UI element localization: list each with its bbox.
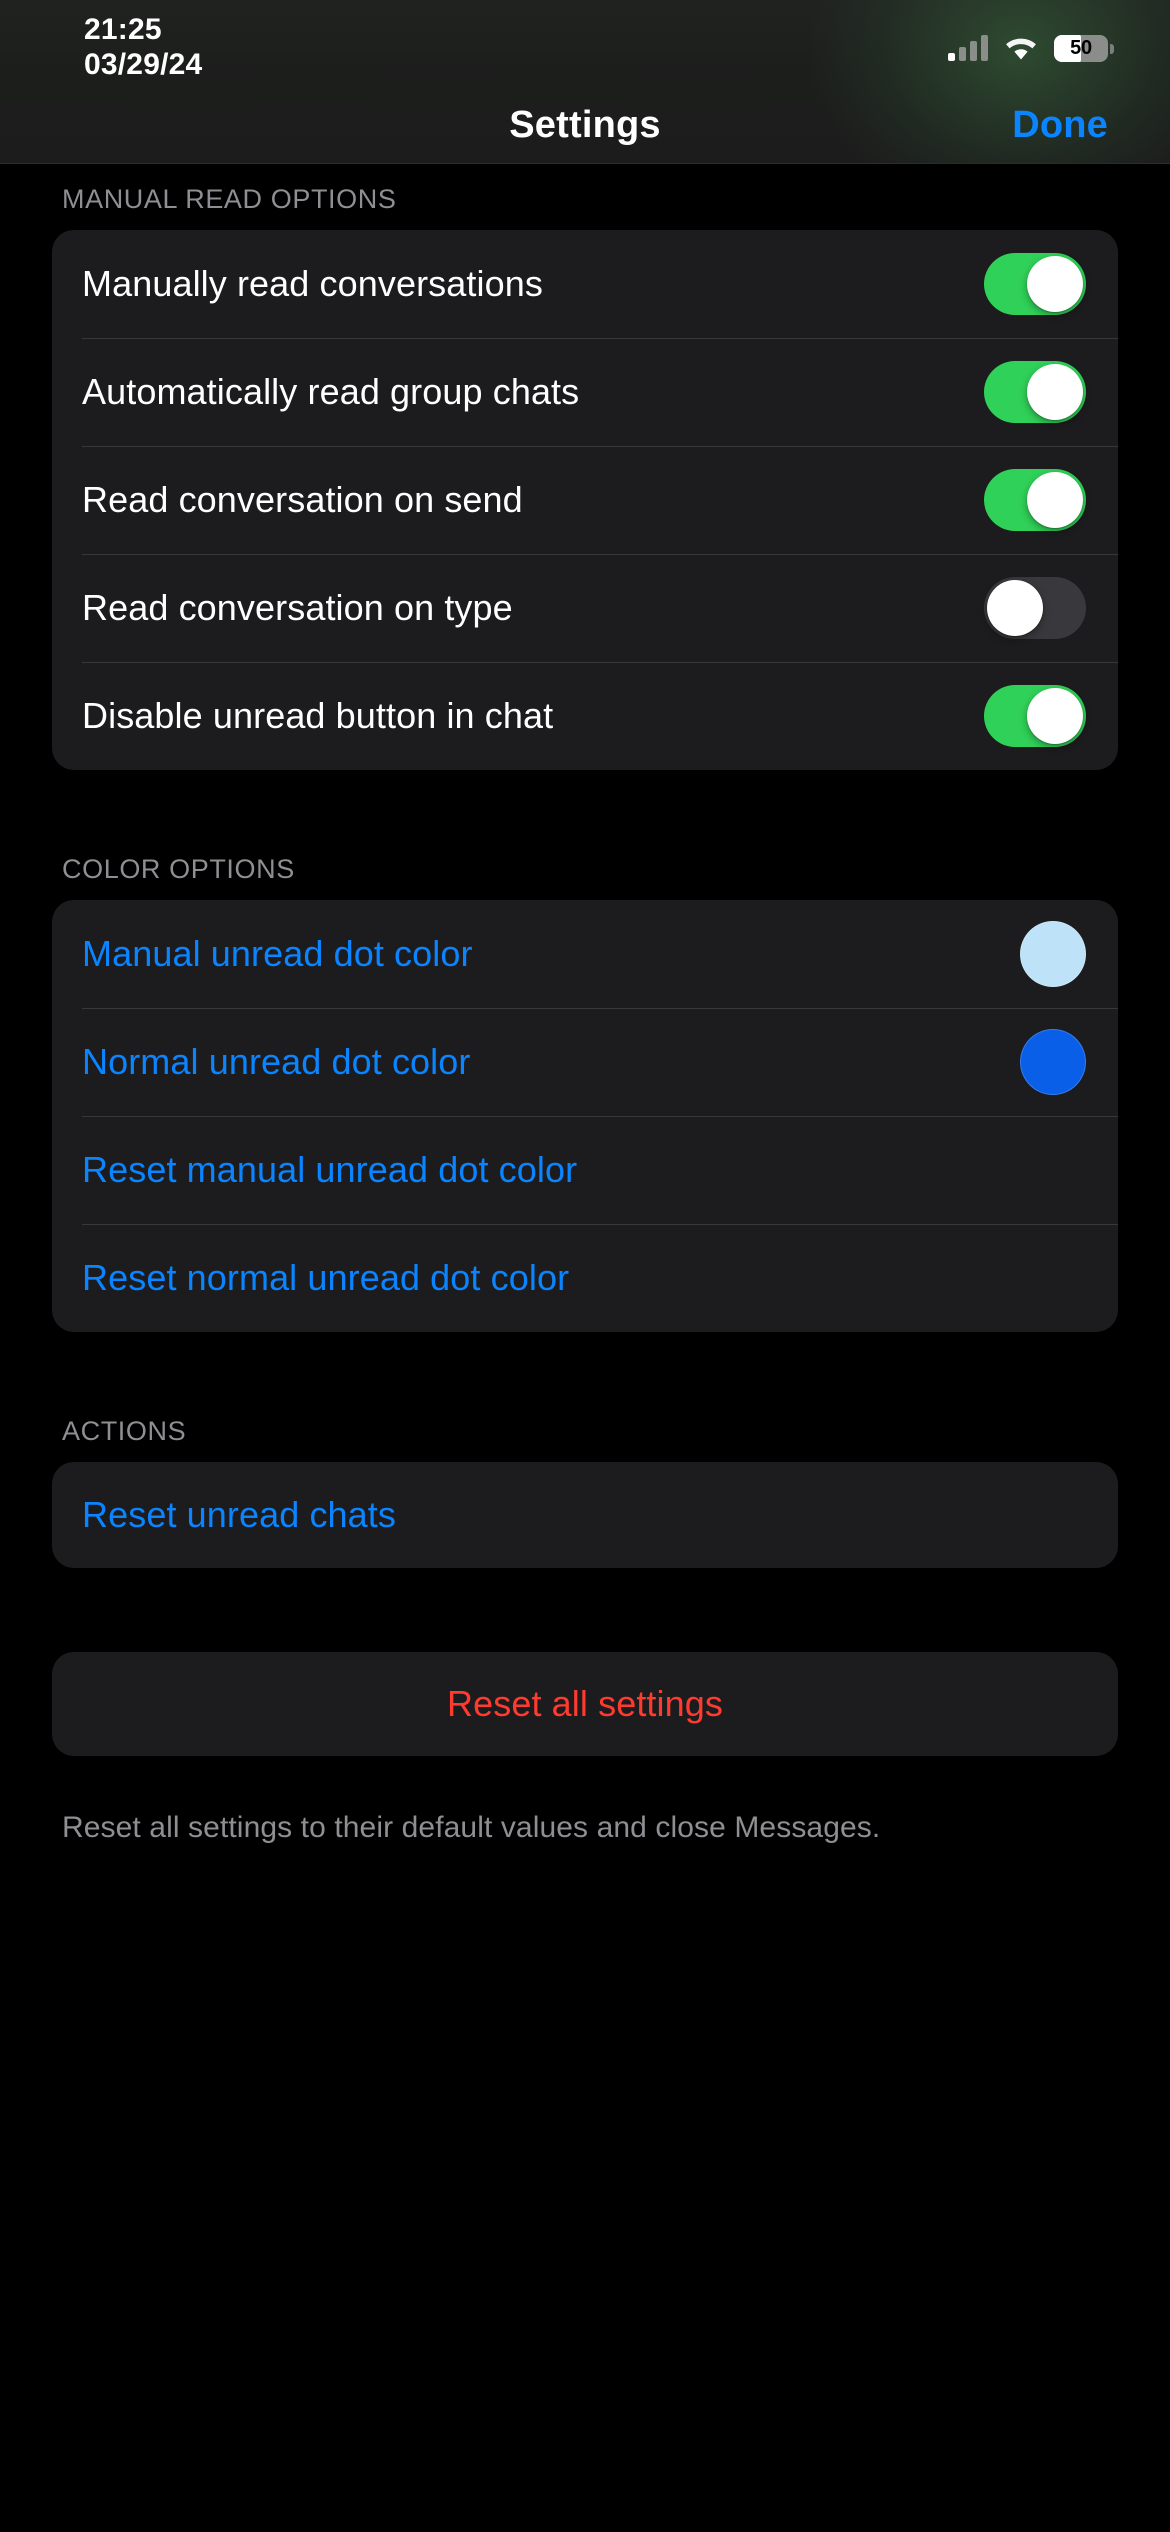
wifi-icon xyxy=(1004,36,1038,61)
row-label: Reset normal unread dot color xyxy=(82,1257,570,1298)
title-row: Settings Done xyxy=(0,98,1170,160)
page-title: Settings xyxy=(509,104,661,146)
row-label: Automatically read group chats xyxy=(82,371,580,412)
row-reset-unread-chats[interactable]: Reset unread chats xyxy=(52,1462,1118,1568)
row-label: Read conversation on type xyxy=(82,587,513,628)
toggle-read-conversation-on-type[interactable] xyxy=(984,577,1086,639)
toggle-manually-read-conversations[interactable] xyxy=(984,253,1086,315)
reset-all-settings-label: Reset all settings xyxy=(447,1683,723,1724)
manual-read-options-card: Manually read conversations Automaticall… xyxy=(52,230,1118,770)
color-options-card: Manual unread dot color Normal unread do… xyxy=(52,900,1118,1332)
section-header-actions: ACTIONS xyxy=(62,1416,187,1446)
color-swatch-normal-unread-dot[interactable] xyxy=(1020,1029,1086,1095)
reset-all-settings-footer: Reset all settings to their default valu… xyxy=(62,1811,881,1844)
row-read-conversation-on-type[interactable]: Read conversation on type xyxy=(52,554,1118,662)
navigation-bar: 21:25 03/29/24 50 Settings Done xyxy=(0,0,1170,164)
row-normal-unread-dot-color[interactable]: Normal unread dot color xyxy=(52,1008,1118,1116)
reset-all-settings-card: Reset all settings xyxy=(52,1652,1118,1756)
row-reset-manual-unread-dot-color[interactable]: Reset manual unread dot color xyxy=(52,1116,1118,1224)
status-bar: 21:25 03/29/24 50 xyxy=(0,0,1170,100)
settings-screen: 21:25 03/29/24 50 Settings Done MANUAL R… xyxy=(0,0,1170,2532)
row-label: Normal unread dot color xyxy=(82,1041,471,1082)
row-reset-normal-unread-dot-color[interactable]: Reset normal unread dot color xyxy=(52,1224,1118,1332)
cellular-bars-icon xyxy=(948,35,988,61)
battery-cap xyxy=(1110,43,1114,54)
row-label: Reset manual unread dot color xyxy=(82,1149,578,1190)
status-time: 21:25 xyxy=(84,13,162,46)
row-label: Read conversation on send xyxy=(82,479,523,520)
row-disable-unread-button-in-chat[interactable]: Disable unread button in chat xyxy=(52,662,1118,770)
row-label: Disable unread button in chat xyxy=(82,695,554,736)
row-read-conversation-on-send[interactable]: Read conversation on send xyxy=(52,446,1118,554)
row-label: Manual unread dot color xyxy=(82,933,473,974)
toggle-read-conversation-on-send[interactable] xyxy=(984,469,1086,531)
toggle-knob xyxy=(1027,688,1083,744)
row-reset-all-settings[interactable]: Reset all settings xyxy=(52,1652,1118,1756)
status-time-date: 21:25 03/29/24 xyxy=(84,12,202,82)
done-button[interactable]: Done xyxy=(1012,98,1108,152)
row-label: Manually read conversations xyxy=(82,263,543,304)
status-date: 03/29/24 xyxy=(84,48,203,81)
settings-content: MANUAL READ OPTIONS Manually read conver… xyxy=(0,164,1170,1848)
status-indicators: 50 xyxy=(948,30,1114,66)
color-swatch-manual-unread-dot[interactable] xyxy=(1020,921,1086,987)
toggle-disable-unread-button-in-chat[interactable] xyxy=(984,685,1086,747)
toggle-automatically-read-group-chats[interactable] xyxy=(984,361,1086,423)
section-header-manual-read-options: MANUAL READ OPTIONS xyxy=(62,184,397,214)
row-manually-read-conversations[interactable]: Manually read conversations xyxy=(52,230,1118,338)
section-header-color-options: COLOR OPTIONS xyxy=(62,854,295,884)
toggle-knob xyxy=(1027,364,1083,420)
row-manual-unread-dot-color[interactable]: Manual unread dot color xyxy=(52,900,1118,1008)
battery-icon: 50 xyxy=(1054,34,1114,62)
row-automatically-read-group-chats[interactable]: Automatically read group chats xyxy=(52,338,1118,446)
battery-percent-label: 50 xyxy=(1070,36,1092,59)
row-label: Reset unread chats xyxy=(82,1494,396,1535)
toggle-knob xyxy=(1027,472,1083,528)
toggle-knob xyxy=(1027,256,1083,312)
actions-card: Reset unread chats xyxy=(52,1462,1118,1568)
toggle-knob xyxy=(987,580,1043,636)
